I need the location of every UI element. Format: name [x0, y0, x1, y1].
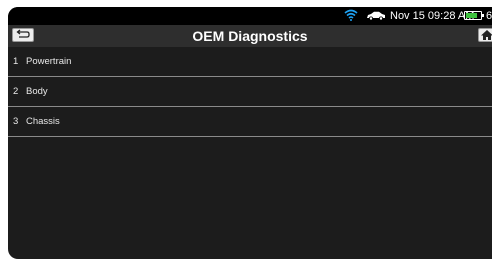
status-datetime: Nov 15 09:28 AM	[390, 10, 474, 22]
vehicle-connection-icon	[367, 11, 385, 21]
menu-item-powertrain[interactable]: 1 Powertrain	[8, 47, 492, 77]
device-screen: Nov 15 09:28 AM 60 OEM Diagnostics 1 Pow…	[8, 7, 492, 259]
title-bar: OEM Diagnostics	[8, 25, 492, 47]
status-date: Nov 15	[390, 10, 425, 22]
menu-item-number: 3	[13, 116, 19, 127]
menu-item-number: 1	[13, 56, 19, 67]
menu-item-label: Chassis	[26, 116, 60, 127]
battery-tip	[482, 14, 484, 17]
wifi-icon	[344, 9, 358, 21]
battery-icon	[464, 11, 484, 20]
diagnostics-menu: 1 Powertrain 2 Body 3 Chassis	[8, 47, 492, 137]
status-bar: Nov 15 09:28 AM 60	[8, 7, 492, 25]
menu-item-body[interactable]: 2 Body	[8, 77, 492, 107]
battery-level-fill	[466, 13, 477, 18]
home-button[interactable]	[478, 28, 492, 42]
page-title: OEM Diagnostics	[192, 28, 308, 44]
battery-percent: 60	[486, 10, 492, 22]
menu-item-number: 2	[13, 86, 19, 97]
home-icon	[481, 30, 492, 40]
menu-item-chassis[interactable]: 3 Chassis	[8, 107, 492, 137]
menu-item-label: Body	[26, 86, 48, 97]
menu-item-label: Powertrain	[26, 56, 72, 67]
